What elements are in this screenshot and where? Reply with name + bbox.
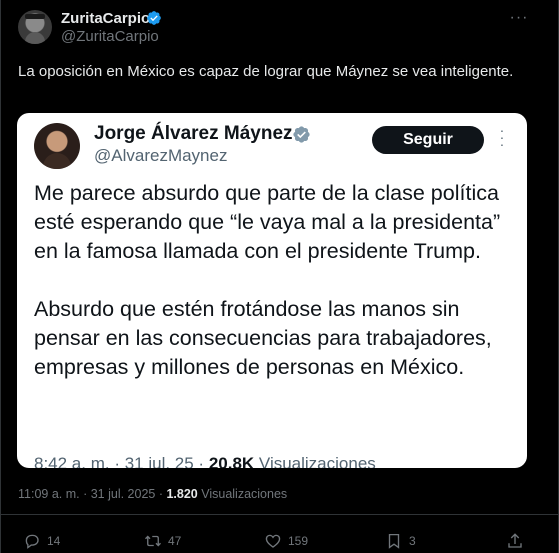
embedded-paragraph: Me parece absurdo que parte de la clase …: [34, 181, 501, 263]
like-icon: [265, 534, 281, 548]
verified-badge-icon: [147, 11, 161, 25]
more-icon[interactable]: ···: [509, 8, 529, 28]
author-handle[interactable]: @ZuritaCarpio: [61, 28, 159, 45]
share-icon: [508, 533, 522, 548]
follow-button: Seguir: [372, 126, 484, 154]
tweet-text: La oposición en México es capaz de logra…: [18, 63, 514, 80]
retweet-count: 47: [168, 534, 182, 548]
like-count: 159: [288, 534, 309, 548]
timestamp-views: 1.820: [166, 487, 198, 501]
embedded-tweet-image[interactable]: Jorge Álvarez Máynez @AlvarezMaynez Segu…: [17, 113, 527, 468]
embedded-meta-views-label: Visualizaciones: [254, 454, 376, 468]
embedded-tweet-body: Me parece absurdo que parte de la clase …: [34, 179, 514, 382]
reply-button[interactable]: 14: [23, 531, 60, 551]
like-button[interactable]: 159: [264, 531, 308, 551]
bookmark-icon: [388, 533, 400, 549]
embedded-meta-time: 8:42 a. m. · 31 jul. 25 ·: [34, 454, 209, 468]
bookmark-count: 3: [409, 534, 416, 548]
embedded-meta-views: 20.8K: [208, 454, 255, 468]
embedded-author-handle: @AlvarezMaynez: [94, 146, 228, 165]
embedded-verified-badge-icon: [293, 126, 310, 143]
embedded-avatar: [34, 123, 80, 169]
tweet-timestamp: 11:09 a. m. · 31 jul. 2025 · 1.820 Visua…: [18, 487, 287, 501]
divider: [1, 514, 559, 515]
author-name[interactable]: ZuritaCarpio: [61, 10, 150, 27]
tweet-container: ZuritaCarpio @ZuritaCarpio ··· La oposic…: [0, 0, 559, 553]
share-button[interactable]: [506, 531, 530, 551]
embedded-more-icon: · · ·: [499, 122, 505, 152]
embedded-paragraph: Absurdo que estén frotándose las manos s…: [34, 297, 492, 379]
reply-count: 14: [47, 534, 61, 548]
timestamp-views-label: Visualizaciones: [197, 487, 288, 501]
embedded-meta: 8:42 a. m. · 31 jul. 25 · 20.8K Visualiz…: [34, 454, 376, 468]
reply-icon: [25, 534, 39, 549]
bookmark-button[interactable]: 3: [385, 531, 416, 551]
retweet-button[interactable]: 47: [144, 531, 181, 551]
embedded-author-name: Jorge Álvarez Máynez: [94, 123, 293, 144]
author-avatar[interactable]: [18, 10, 52, 44]
retweet-icon: [145, 535, 161, 547]
timestamp-time[interactable]: 11:09 a. m. · 31 jul. 2025 ·: [18, 487, 166, 501]
